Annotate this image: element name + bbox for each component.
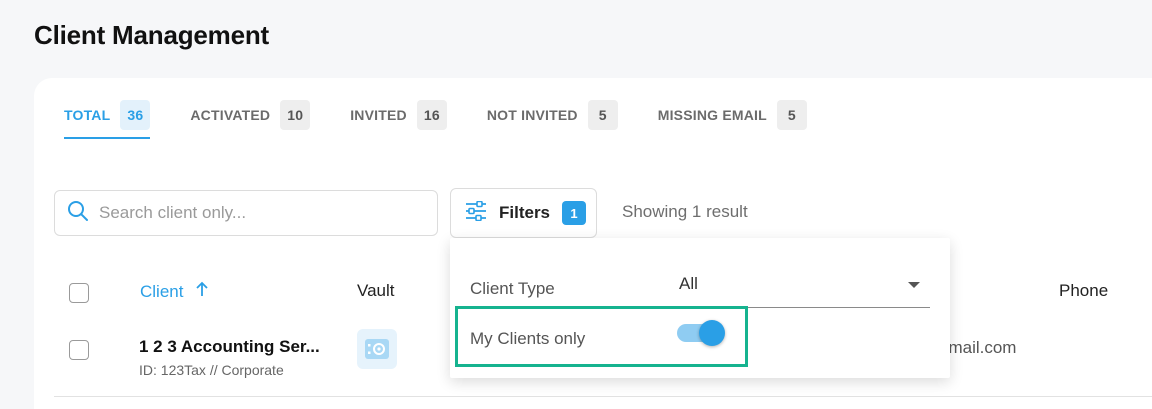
filters-count-badge: 1: [562, 201, 587, 225]
toggle-knob: [699, 320, 725, 346]
vault-icon[interactable]: [357, 329, 397, 369]
filters-label: Filters: [499, 203, 551, 222]
search-icon: [67, 200, 89, 227]
page-title: Client Management: [34, 20, 269, 50]
search-input[interactable]: [99, 203, 419, 223]
tab-label: ACTIVATED: [190, 107, 271, 123]
my-clients-toggle[interactable]: [677, 320, 725, 346]
client-type-value: All: [679, 274, 698, 293]
column-header-label: Client: [140, 281, 184, 301]
result-count-text: Showing 1 result: [622, 202, 748, 221]
search-box: [54, 190, 438, 236]
status-tabs: TOTAL 36 ACTIVATED 10 INVITED 16 NOT INV…: [64, 92, 847, 139]
my-clients-label: My Clients only: [470, 329, 586, 348]
column-header-client[interactable]: Client: [140, 281, 209, 302]
column-header-phone[interactable]: Phone: [1059, 281, 1108, 301]
row-checkbox[interactable]: [69, 340, 89, 360]
tab-count-badge: 36: [120, 100, 151, 130]
column-header-vault[interactable]: Vault: [357, 281, 395, 301]
tab-label: NOT INVITED: [486, 107, 578, 123]
row-divider: [54, 396, 1152, 397]
tab-missing-email[interactable]: MISSING EMAIL 5: [658, 92, 807, 138]
tab-label: TOTAL: [64, 107, 111, 123]
tab-count-badge: 16: [416, 100, 447, 130]
tab-not-invited[interactable]: NOT INVITED 5: [487, 92, 618, 138]
caret-down-icon: [908, 282, 920, 288]
tab-count-badge: 5: [776, 100, 807, 130]
tab-label: INVITED: [350, 107, 407, 123]
filter-dropdown-panel: Client Type All My Clients only: [450, 238, 950, 378]
client-id-text: ID: 123Tax // Corporate: [139, 362, 284, 378]
tab-invited[interactable]: INVITED 16: [350, 92, 447, 138]
tab-label: MISSING EMAIL: [657, 107, 767, 123]
tab-count-badge: 10: [280, 100, 311, 130]
tab-count-badge: 5: [587, 100, 618, 130]
sliders-icon: [465, 200, 487, 226]
tab-total[interactable]: TOTAL 36: [64, 92, 151, 139]
client-email-text: gmail.com: [939, 338, 1017, 357]
tab-activated[interactable]: ACTIVATED 10: [190, 92, 311, 138]
select-all-checkbox[interactable]: [69, 283, 89, 303]
client-name-link[interactable]: 1 2 3 Accounting Ser...: [139, 337, 320, 357]
arrow-up-icon: [195, 281, 209, 302]
filters-button[interactable]: Filters 1: [450, 188, 597, 238]
client-type-select[interactable]: All: [679, 268, 930, 308]
client-type-label: Client Type: [470, 279, 555, 298]
